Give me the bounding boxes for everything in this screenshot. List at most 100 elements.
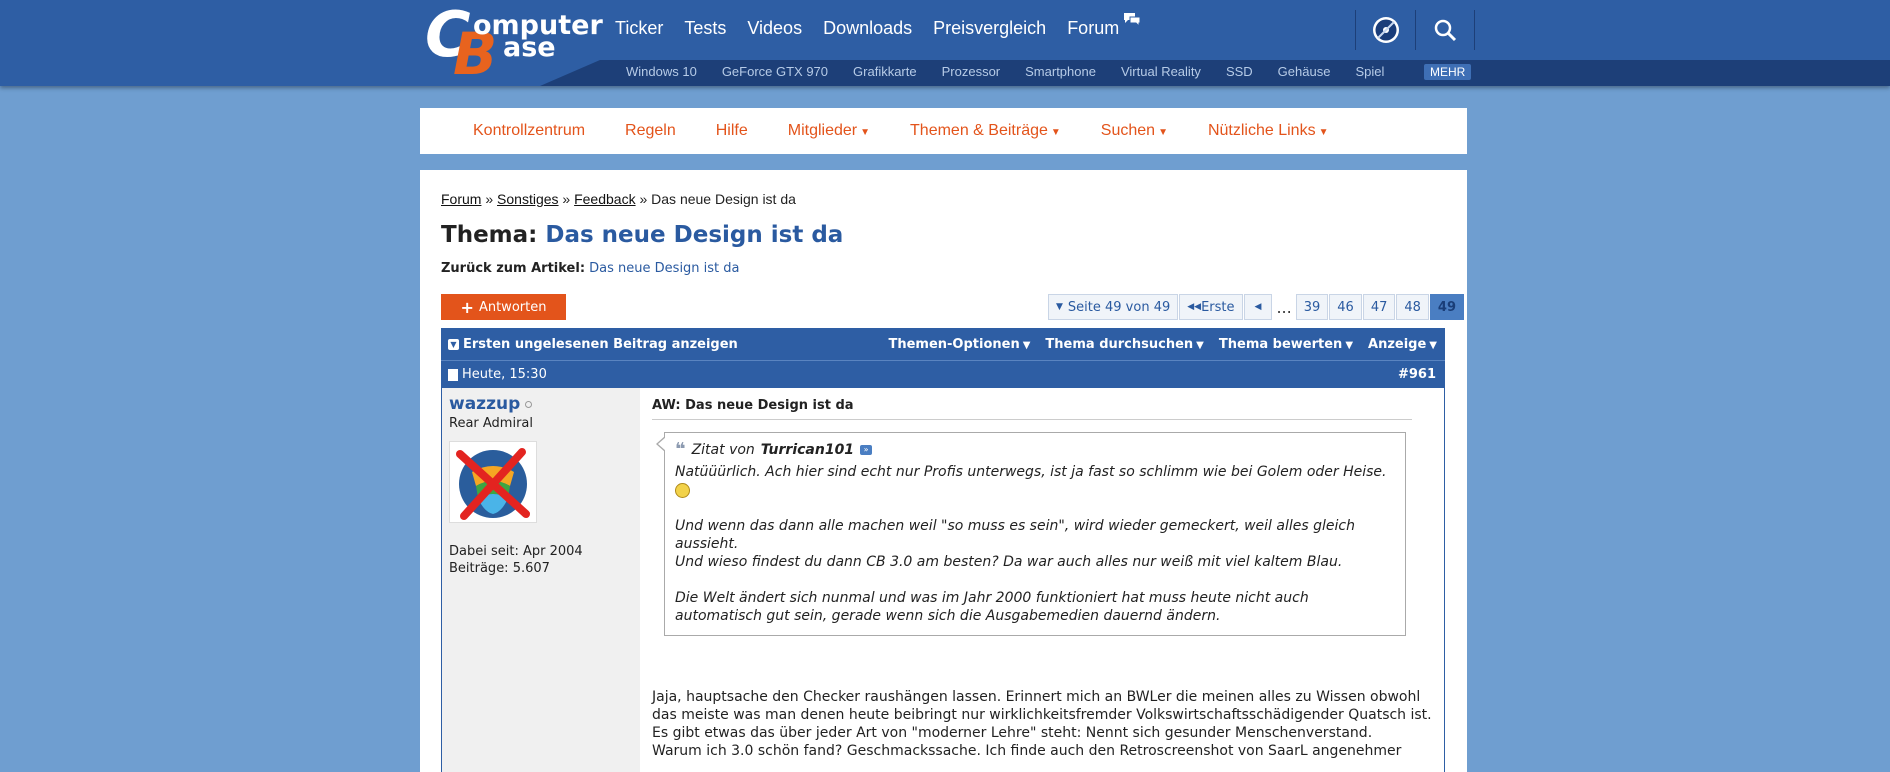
forum-nav-label: Suchen [1100, 122, 1156, 139]
thread-tool-label: Thema bewerten [1218, 336, 1343, 352]
post-header: Heute, 15:30 #961 [441, 360, 1445, 388]
post-author: wazzup [449, 394, 633, 414]
caret-down-icon: ▼ [1022, 339, 1031, 351]
plus-icon: + [460, 297, 474, 317]
main-nav: Ticker Tests Videos Downloads Preisvergl… [615, 13, 1141, 39]
avatar[interactable] [449, 441, 537, 523]
back-to-article-link[interactable]: Das neue Design ist da [589, 261, 739, 276]
sub-nav-ssd[interactable]: SSD [1226, 64, 1253, 79]
main-nav-ticker[interactable]: Ticker [615, 18, 663, 39]
back-to-article: Zurück zum Artikel: Das neue Design ist … [441, 261, 740, 276]
sub-nav-geforce-gtx-970[interactable]: GeForce GTX 970 [722, 64, 828, 79]
quote-paragraph: Natüüürlich. Ach hier sind echt nur Prof… [675, 463, 1395, 499]
sub-nav: Windows 10 GeForce GTX 970 Grafikkarte P… [626, 64, 1409, 79]
thread-tool-label: Thema durchsuchen [1045, 336, 1194, 352]
page-link[interactable]: 48 [1396, 294, 1429, 320]
view-post-icon[interactable]: » [860, 445, 873, 455]
forum-nav-kontrollzentrum[interactable]: Kontrollzentrum [473, 122, 585, 140]
thread-options-menu[interactable]: Themen-Optionen ▼ [888, 337, 1030, 352]
first-unread-icon: ▼ [448, 338, 459, 350]
post-title: AW: Das neue Design ist da [652, 398, 1412, 420]
page-link-current[interactable]: 49 [1429, 294, 1464, 320]
cd-icon[interactable] [1355, 10, 1415, 50]
main-nav-tests[interactable]: Tests [684, 18, 726, 39]
sub-nav-prozessor[interactable]: Prozessor [942, 64, 1001, 79]
sub-nav-smartphone[interactable]: Smartphone [1025, 64, 1096, 79]
first-unread-link[interactable]: ▼ Ersten ungelesenen Beitrag anzeigen [448, 337, 738, 352]
quote-icon: ❝ [675, 439, 686, 460]
breadcrumb-forum[interactable]: Forum [441, 191, 481, 207]
first-page-label: Erste [1201, 299, 1235, 315]
forum-nav-label: Nützliche Links [1207, 122, 1316, 139]
thread-tools: Themen-Optionen ▼ Thema durchsuchen ▼ Them… [888, 337, 1437, 352]
thread-tool-label: Anzeige [1368, 336, 1427, 352]
quote-paragraph: Und wieso findest du dann CB 3.0 am best… [675, 554, 1343, 570]
forum-nav-nuetzliche-links[interactable]: Nützliche Links ▼ [1208, 122, 1329, 140]
reply-button[interactable]: + Antworten [441, 294, 566, 320]
quote-author: Turrican101 [760, 442, 855, 458]
pagination-ellipsis: ... [1276, 297, 1292, 317]
forum-nav-label: Kontrollzentrum [473, 122, 586, 139]
search-icon[interactable] [1415, 10, 1475, 50]
forum-nav-suchen[interactable]: Suchen ▼ [1101, 122, 1168, 140]
breadcrumb-feedback[interactable]: Feedback [574, 191, 635, 207]
breadcrumb-separator: » [485, 191, 494, 207]
sub-nav-spiel[interactable]: Spiel [1355, 64, 1384, 79]
page-link[interactable]: 46 [1329, 294, 1362, 320]
user-stats: Dabei seit: Apr 2004 Beiträge: 5.607 [449, 543, 633, 577]
sub-nav-windows-10[interactable]: Windows 10 [626, 64, 697, 79]
page-link[interactable]: 47 [1362, 294, 1396, 320]
post: wazzup Rear Admiral Dabei seit: Apr 2004… [441, 388, 1445, 772]
main-nav-forum[interactable]: Forum [1067, 13, 1141, 39]
forum-nav-label: Mitglieder [787, 122, 858, 139]
quote-prefix: Zitat von [691, 442, 755, 458]
main-nav-preisvergleich[interactable]: Preisvergleich [933, 18, 1046, 39]
site-header: C B omputer ase Ticker Tests Videos Down… [0, 0, 1890, 88]
pagination: ▼ Seite 49 von 49 ◀◀ Erste ◀ ... 39 46 4… [1048, 294, 1465, 320]
first-page-button[interactable]: ◀◀ Erste [1179, 294, 1243, 320]
caret-down-icon: ▼ [1318, 127, 1329, 138]
quote-paragraph: Die Welt ändert sich nunmal und was im J… [675, 590, 1309, 624]
forum-nav-themen-beitraege[interactable]: Themen & Beiträge ▼ [910, 122, 1061, 140]
sub-nav-virtual-reality[interactable]: Virtual Reality [1121, 64, 1201, 79]
breadcrumb-sonstiges[interactable]: Sonstiges [497, 191, 558, 207]
post-date: Heute, 15:30 [448, 367, 547, 382]
thread-search-menu[interactable]: Thema durchsuchen ▼ [1045, 337, 1203, 352]
page-info-dropdown[interactable]: ▼ Seite 49 von 49 [1048, 294, 1179, 320]
user-info-pane: wazzup Rear Admiral Dabei seit: Apr 2004… [442, 388, 640, 772]
computerbase-logo[interactable]: C B omputer ase [425, 0, 603, 88]
main-nav-videos[interactable]: Videos [747, 18, 802, 39]
post-text: Jaja, hauptsache den Checker raushängen … [652, 688, 1432, 760]
forum-nav-label: Themen & Beiträge [910, 122, 1048, 139]
quote-paragraph: Und wenn das dann alle machen weil "so m… [675, 518, 1355, 552]
thread-title-label: Thema: [441, 222, 538, 248]
page-link[interactable]: 39 [1295, 294, 1329, 320]
offline-status-icon [525, 400, 533, 408]
post-author-name[interactable]: wazzup [449, 394, 520, 414]
chat-bubble-icon [1123, 12, 1141, 29]
back-to-article-label: Zurück zum Artikel: [441, 261, 586, 276]
user-joined: Dabei seit: Apr 2004 [449, 544, 583, 559]
user-post-count: Beiträge: 5.607 [449, 561, 550, 576]
breadcrumb-separator: » [639, 191, 648, 207]
sub-nav-gehaeuse[interactable]: Gehäuse [1278, 64, 1331, 79]
post-paragraph: Warum ich 3.0 schön fand? Geschmackssach… [652, 743, 1402, 759]
content-panel: Forum » Sonstiges » Feedback » Das neue … [420, 170, 1467, 772]
caret-down-icon: ▼ [1158, 127, 1168, 138]
forum-nav: Kontrollzentrum Regeln Hilfe Mitglieder ▼… [420, 108, 1467, 154]
main-nav-downloads[interactable]: Downloads [823, 18, 912, 39]
user-rank: Rear Admiral [449, 416, 534, 431]
forum-nav-regeln[interactable]: Regeln [625, 122, 676, 140]
more-button[interactable]: MEHR [1424, 64, 1472, 80]
first-unread-label: Ersten ungelesenen Beitrag anzeigen [463, 336, 738, 352]
forum-nav-mitglieder[interactable]: Mitglieder ▼ [788, 122, 870, 140]
breadcrumb-separator: » [562, 191, 571, 207]
document-icon [448, 368, 458, 381]
prev-page-button[interactable]: ◀ [1243, 294, 1273, 320]
page-title: Thema: Das neue Design ist da [441, 222, 843, 248]
sub-nav-grafikkarte[interactable]: Grafikkarte [853, 64, 917, 79]
forum-nav-hilfe[interactable]: Hilfe [716, 122, 748, 140]
thread-display-menu[interactable]: Anzeige ▼ [1368, 337, 1437, 352]
thread-rate-menu[interactable]: Thema bewerten ▼ [1219, 337, 1353, 352]
post-number-link[interactable]: #961 [1398, 367, 1436, 382]
